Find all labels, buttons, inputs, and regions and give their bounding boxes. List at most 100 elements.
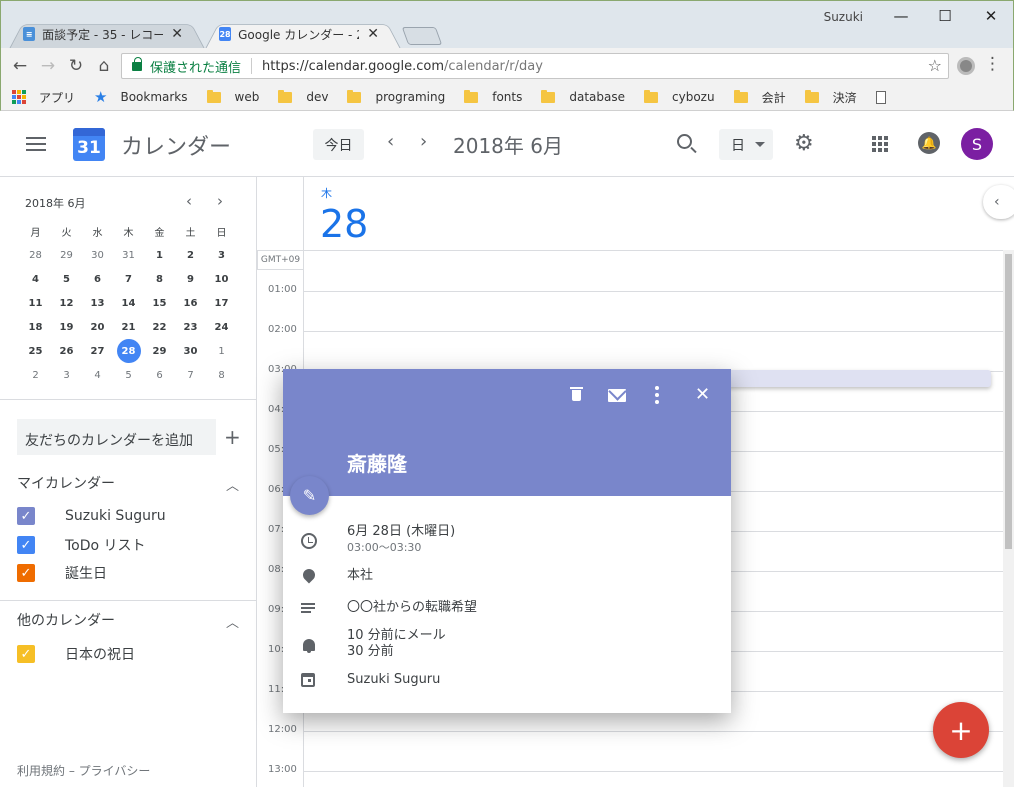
footer-links[interactable]: 利用規約 – プライバシー [17, 762, 150, 779]
browser-tab-calendar[interactable]: 28 Google カレンダー - 2018年 ✕ [205, 19, 401, 49]
mini-day-selected[interactable]: 28 [113, 339, 144, 363]
mini-day[interactable]: 22 [144, 315, 175, 339]
bookmark-folder-cybozu[interactable]: cybozu [644, 89, 715, 104]
mini-day[interactable]: 30 [175, 339, 206, 363]
forward-arrow-icon[interactable]: → [36, 54, 60, 78]
mini-day[interactable]: 10 [206, 267, 237, 291]
browser-menu-icon[interactable]: ⋮ [984, 54, 1001, 74]
side-panel-toggle-icon[interactable]: ‹ [983, 185, 1014, 219]
collapse-chevron-up-icon[interactable]: ︿ [226, 475, 239, 494]
mini-day[interactable]: 2 [175, 243, 206, 267]
next-period-icon[interactable]: › [420, 131, 427, 152]
create-event-button[interactable]: + [933, 702, 989, 758]
mini-prev-month-icon[interactable]: ‹ [186, 192, 192, 210]
day-number[interactable]: 28 [320, 201, 368, 247]
mini-day[interactable]: 6 [144, 363, 175, 387]
mini-day[interactable]: 5 [51, 267, 82, 291]
mini-day[interactable]: 1 [144, 243, 175, 267]
extension-icon[interactable] [957, 57, 975, 75]
calendar-list-item[interactable]: ✓ Suzuki Suguru [17, 507, 166, 525]
mini-day[interactable]: 5 [113, 363, 144, 387]
apps-grid-icon[interactable] [12, 90, 26, 104]
mini-next-month-icon[interactable]: › [217, 192, 223, 210]
bookmark-bookmarks[interactable]: ★ Bookmarks [94, 88, 188, 106]
mini-day[interactable]: 4 [20, 267, 51, 291]
main-menu-icon[interactable] [26, 137, 46, 155]
edit-pencil-icon[interactable]: ✎ [290, 476, 329, 515]
email-envelope-icon[interactable] [608, 389, 626, 402]
google-apps-icon[interactable] [872, 136, 888, 152]
close-popup-icon[interactable]: ✕ [695, 384, 710, 405]
close-window-icon[interactable]: ✕ [971, 5, 1011, 27]
scrollbar[interactable] [1003, 250, 1014, 787]
close-tab-icon[interactable]: ✕ [171, 26, 183, 42]
add-calendar-plus-icon[interactable]: + [224, 425, 241, 449]
reload-icon[interactable]: ↻ [64, 54, 88, 78]
previous-period-icon[interactable]: ‹ [387, 131, 394, 152]
bookmark-folder-dev[interactable]: dev [278, 89, 328, 104]
bookmark-folder-fonts[interactable]: fonts [464, 89, 522, 104]
home-icon[interactable]: ⌂ [92, 54, 116, 78]
calendar-list-item[interactable]: ✓ ToDo リスト [17, 535, 146, 555]
today-button[interactable]: 今日 [313, 129, 364, 160]
bookmark-page[interactable] [875, 90, 886, 104]
mini-day[interactable]: 16 [175, 291, 206, 315]
mini-day[interactable]: 30 [82, 243, 113, 267]
minimize-icon[interactable]: — [881, 5, 921, 27]
mini-day[interactable]: 4 [82, 363, 113, 387]
mini-day[interactable]: 20 [82, 315, 113, 339]
my-calendars-heading[interactable]: マイカレンダー [17, 473, 115, 493]
account-avatar[interactable]: S [961, 128, 993, 160]
mini-day[interactable]: 2 [20, 363, 51, 387]
mini-day[interactable]: 1 [206, 339, 237, 363]
notifications-bell-icon[interactable]: 🔔 [918, 132, 940, 154]
mini-day[interactable]: 14 [113, 291, 144, 315]
back-arrow-icon[interactable]: ← [8, 54, 32, 78]
bookmark-star-icon[interactable]: ☆ [928, 56, 942, 75]
mini-day[interactable]: 15 [144, 291, 175, 315]
mini-day[interactable]: 12 [51, 291, 82, 315]
mini-day[interactable]: 26 [51, 339, 82, 363]
checkbox-checked-icon[interactable]: ✓ [17, 536, 35, 554]
mini-day[interactable]: 3 [206, 243, 237, 267]
bookmark-folder-payment[interactable]: 決済 [804, 89, 857, 106]
more-options-icon[interactable] [655, 386, 659, 404]
mini-day[interactable]: 8 [144, 267, 175, 291]
browser-tab-record[interactable]: ≡ 面談予定 - 35 - レコードの詳 ✕ [9, 19, 205, 49]
mini-day[interactable]: 9 [175, 267, 206, 291]
mini-day[interactable]: 31 [113, 243, 144, 267]
checkbox-checked-icon[interactable]: ✓ [17, 507, 35, 525]
maximize-icon[interactable]: ☐ [925, 5, 965, 27]
calendar-list-item[interactable]: ✓ 誕生日 [17, 563, 107, 583]
bookmark-folder-programing[interactable]: programing [347, 89, 445, 104]
mini-day[interactable]: 19 [51, 315, 82, 339]
add-friend-calendar-input[interactable]: 友だちのカレンダーを追加 [17, 419, 216, 455]
bookmark-folder-accounting[interactable]: 会計 [733, 89, 786, 106]
mini-day[interactable]: 28 [20, 243, 51, 267]
mini-day[interactable]: 29 [51, 243, 82, 267]
mini-day[interactable]: 7 [175, 363, 206, 387]
delete-trash-icon[interactable] [570, 387, 583, 401]
settings-gear-icon[interactable]: ⚙ [794, 133, 814, 155]
search-icon[interactable] [677, 134, 692, 149]
url-bar[interactable]: 保護された通信 https://calendar.google.com /cal… [121, 53, 949, 79]
mini-day[interactable]: 25 [20, 339, 51, 363]
checkbox-checked-icon[interactable]: ✓ [17, 645, 35, 663]
mini-day[interactable]: 27 [82, 339, 113, 363]
bookmark-apps[interactable]: アプリ [39, 89, 75, 106]
calendar-list-item[interactable]: ✓ 日本の祝日 [17, 644, 135, 664]
other-calendars-heading[interactable]: 他のカレンダー [17, 610, 115, 630]
bookmark-folder-database[interactable]: database [541, 89, 625, 104]
mini-day[interactable]: 11 [20, 291, 51, 315]
mini-day[interactable]: 7 [113, 267, 144, 291]
new-tab-button[interactable] [401, 27, 443, 45]
close-tab-icon[interactable]: ✕ [367, 26, 379, 42]
profile-name[interactable]: Suzuki [824, 10, 863, 24]
mini-day[interactable]: 13 [82, 291, 113, 315]
event-block[interactable] [700, 370, 991, 387]
mini-day[interactable]: 3 [51, 363, 82, 387]
checkbox-checked-icon[interactable]: ✓ [17, 564, 35, 582]
mini-day[interactable]: 18 [20, 315, 51, 339]
mini-day[interactable]: 17 [206, 291, 237, 315]
mini-day[interactable]: 23 [175, 315, 206, 339]
